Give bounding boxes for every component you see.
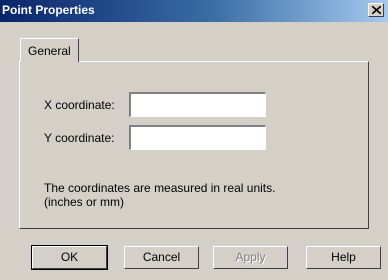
ok-button[interactable]: OK — [31, 245, 108, 270]
apply-button[interactable]: Apply — [213, 246, 288, 269]
x-coordinate-label: X coordinate: — [44, 98, 115, 112]
close-icon — [372, 6, 381, 14]
tab-general[interactable]: General — [20, 38, 79, 62]
units-note: The coordinates are measured in real uni… — [44, 181, 275, 209]
y-coordinate-field[interactable] — [129, 125, 266, 150]
help-button[interactable]: Help — [306, 246, 381, 269]
units-note-line-1: The coordinates are measured in real uni… — [44, 181, 276, 195]
x-coordinate-field[interactable] — [129, 92, 266, 117]
close-button[interactable] — [368, 3, 384, 17]
point-properties-dialog: Point Properties General X coordinate: Y… — [0, 0, 388, 280]
tab-general-label: General — [28, 44, 71, 58]
units-note-line-2: (inches or mm) — [44, 195, 125, 209]
cancel-button[interactable]: Cancel — [124, 246, 199, 269]
title-bar[interactable]: Point Properties — [0, 0, 388, 22]
window-title: Point Properties — [2, 3, 95, 17]
y-coordinate-label: Y coordinate: — [44, 131, 115, 145]
